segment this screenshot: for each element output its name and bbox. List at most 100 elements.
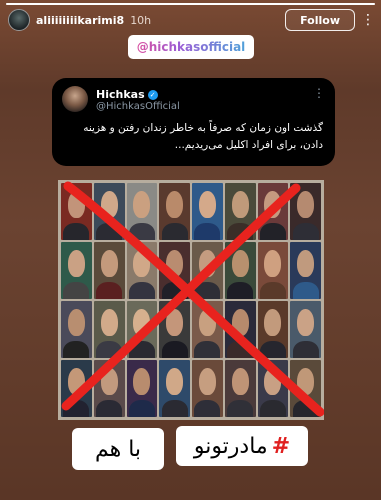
tweet-author-handle: @HichkasOfficial [96,101,180,112]
portrait-face [231,308,249,337]
portrait-photo [159,183,190,240]
portrait-face [100,190,118,219]
portrait-face [67,367,85,396]
portrait-photo [126,301,158,358]
tweet-text: گذشت اون زمان که صرفاً به خاطر زندان رفت… [83,122,323,151]
tweet-author-name-text: Hichkas [96,88,145,101]
portrait-body [259,281,286,299]
portrait-face [198,367,216,396]
portrait-face [133,249,151,278]
portrait-body [161,340,188,358]
portrait-photo [192,242,223,299]
hashtag-word: مادرتونو [193,433,268,459]
portrait-face [264,308,282,337]
portrait-body [63,281,90,299]
tweet-author-avatar [62,86,88,112]
portrait-photo [224,360,256,417]
portrait-photo [159,242,190,299]
portrait-body [63,340,90,358]
portrait-body [227,340,254,358]
portrait-face [231,190,249,219]
portrait-face [264,190,282,219]
user-avatar[interactable] [8,9,30,31]
portrait-photo [224,242,256,299]
portrait-face [231,367,249,396]
portrait-body [227,281,254,299]
portrait-body [96,340,123,358]
portrait-face [297,190,315,219]
portrait-photo [290,242,321,299]
portrait-face [67,249,85,278]
portrait-body [63,222,90,240]
portrait-body [128,340,155,358]
portrait-photo [126,183,158,240]
together-text: با هم [94,436,142,462]
portrait-body [63,399,90,417]
portrait-photo [159,360,190,417]
portrait-photo [257,360,289,417]
portrait-photo [61,183,92,240]
portrait-photo [224,301,256,358]
portrait-photo [61,360,92,417]
portrait-body [227,222,254,240]
portrait-photo [192,360,223,417]
portrait-face [166,190,184,219]
portrait-face [198,249,216,278]
portrait-face [67,190,85,219]
portrait-face [133,367,151,396]
portrait-face [297,249,315,278]
portrait-photo [93,183,125,240]
portrait-face [297,308,315,337]
portrait-face [198,190,216,219]
portrait-photo [192,301,223,358]
portrait-body [194,222,221,240]
mention-text: @hichkasofficial [136,40,246,54]
portrait-photo [192,183,223,240]
portrait-body [259,340,286,358]
portrait-body [194,281,221,299]
portrait-body [227,399,254,417]
portrait-face [67,308,85,337]
portrait-face [100,308,118,337]
tweet-more-icon: ⋮ [313,86,325,100]
portrait-face [100,367,118,396]
portrait-face [166,308,184,337]
portrait-body [128,222,155,240]
post-time: 10h [130,13,152,27]
portrait-body [292,281,319,299]
portrait-photo [93,301,125,358]
portrait-face [133,308,151,337]
story-progress-bar [6,3,375,5]
username[interactable]: aliiiiiiiikarimi8 [36,14,124,27]
together-sticker: با هم [72,428,164,470]
portrait-body [96,399,123,417]
portrait-photo [290,301,321,358]
hashtag-sticker[interactable]: # مادرتونو [176,426,308,466]
portrait-body [161,281,188,299]
portrait-photo [290,360,321,417]
portrait-photo [93,360,125,417]
portrait-face [133,190,151,219]
more-options-icon[interactable]: ⋮ [361,13,375,27]
portrait-body [128,281,155,299]
portrait-photo [93,242,125,299]
portrait-body [96,222,123,240]
follow-button[interactable]: Follow [285,9,355,31]
story-progress-fill [6,3,375,5]
story-header: aliiiiiiiikarimi8 10h Follow ⋮ [8,8,375,32]
portrait-photo [61,242,92,299]
mention-sticker[interactable]: @hichkasofficial [128,35,254,59]
portrait-body [259,222,286,240]
hashtag-symbol: # [271,433,291,459]
portrait-face [264,367,282,396]
portrait-body [194,340,221,358]
portrait-photo [126,242,158,299]
portrait-photo [290,183,321,240]
portrait-photo [224,183,256,240]
portrait-body [292,340,319,358]
portrait-photo [61,301,92,358]
portrait-body [259,399,286,417]
portrait-photo [257,183,289,240]
tweet-author-name: Hichkas ✓ [96,88,158,101]
portrait-face [231,249,249,278]
